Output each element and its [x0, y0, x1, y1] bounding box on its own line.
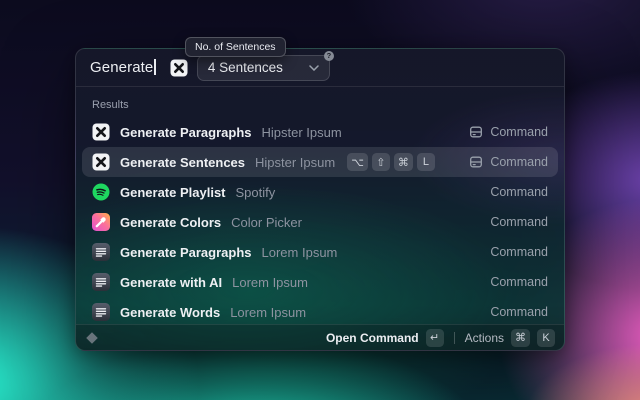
search-input-value: Generate — [90, 59, 153, 76]
result-accessory-group: Command — [490, 245, 548, 259]
chevron-down-icon — [309, 65, 319, 71]
lorem-icon — [92, 243, 110, 261]
open-command-action[interactable]: Open Command ↵ — [326, 329, 444, 347]
results-section: Results Generate Paragraphs Hipster Ipsu… — [76, 87, 564, 324]
result-accessory: Command — [490, 275, 548, 289]
result-accessory: Command — [490, 305, 548, 319]
result-subtitle: Lorem Ipsum — [230, 305, 306, 320]
shortcut-key-badge: ⌥ — [347, 153, 368, 171]
result-subtitle: Hipster Ipsum — [255, 155, 335, 170]
raycast-logo-icon — [85, 331, 99, 345]
desktop-background: { "tooltip": { "text": "No. of Sentences… — [0, 0, 640, 400]
result-row[interactable]: Generate Colors Color Picker Command — [82, 207, 558, 237]
actions-menu-button[interactable]: Actions ⌘ K — [465, 329, 555, 347]
result-accessory: Command — [490, 155, 548, 169]
search-bar: Generate 4 Sentences ? — [76, 49, 564, 87]
result-title: Generate Colors — [120, 215, 221, 230]
search-input[interactable]: Generate — [90, 59, 156, 76]
shortcut-badges: ⌥⇧⌘L — [347, 153, 435, 171]
result-subtitle: Lorem Ipsum — [262, 245, 338, 260]
footer-actions: Open Command ↵ Actions ⌘ K — [326, 329, 555, 347]
result-subtitle: Lorem Ipsum — [232, 275, 308, 290]
raycast-command-palette-window: Generate 4 Sentences ? Results Generate … — [75, 48, 565, 351]
footer-divider — [454, 332, 455, 344]
sentence-count-dropdown[interactable]: 4 Sentences ? — [197, 55, 330, 81]
command-type-icon — [469, 125, 483, 139]
spotify-icon — [92, 183, 110, 201]
footer-bar: Open Command ↵ Actions ⌘ K — [76, 324, 564, 350]
result-accessory: Command — [490, 125, 548, 139]
tooltip-no-of-sentences: No. of Sentences — [185, 37, 286, 57]
result-title: Generate Sentences — [120, 155, 245, 170]
result-accessory-group: Command — [490, 185, 548, 199]
result-accessory: Command — [490, 245, 548, 259]
help-badge[interactable]: ? — [324, 51, 334, 61]
shortcut-key-badge: L — [417, 153, 435, 171]
result-accessory-group: Command — [490, 275, 548, 289]
result-row[interactable]: Generate with AI Lorem Ipsum Command — [82, 267, 558, 297]
result-accessory-group: Command — [469, 155, 548, 169]
result-accessory-group: Command — [490, 305, 548, 319]
result-title: Generate Paragraphs — [120, 125, 252, 140]
colorpicker-icon — [92, 213, 110, 231]
result-row[interactable]: Generate Sentences Hipster Ipsum ⌥⇧⌘L Co… — [82, 147, 558, 177]
result-row[interactable]: Generate Paragraphs Hipster Ipsum Comman… — [82, 117, 558, 147]
result-title: Generate Playlist — [120, 185, 226, 200]
actions-label: Actions — [465, 331, 504, 345]
open-command-label: Open Command — [326, 331, 419, 345]
results-section-label: Results — [82, 92, 558, 117]
command-key-badge: ⌘ — [511, 329, 530, 347]
result-accessory-group: Command — [469, 125, 548, 139]
result-accessory: Command — [490, 185, 548, 199]
result-row[interactable]: Generate Paragraphs Lorem Ipsum Command — [82, 237, 558, 267]
result-row[interactable]: Generate Words Lorem Ipsum Command — [82, 297, 558, 324]
result-accessory: Command — [490, 215, 548, 229]
hipster-icon — [92, 123, 110, 141]
enter-key-badge: ↵ — [426, 329, 444, 347]
shortcut-key-badge: ⇧ — [372, 153, 390, 171]
lorem-icon — [92, 273, 110, 291]
result-subtitle: Spotify — [236, 185, 276, 200]
shortcut-key-badge: ⌘ — [394, 153, 413, 171]
dropdown-selected-value: 4 Sentences — [208, 60, 283, 75]
result-subtitle: Hipster Ipsum — [262, 125, 342, 140]
k-key-badge: K — [537, 329, 555, 347]
command-type-icon — [469, 155, 483, 169]
hipster-ipsum-extension-icon — [170, 59, 188, 77]
result-title: Generate Words — [120, 305, 220, 320]
result-subtitle: Color Picker — [231, 215, 302, 230]
hipster-icon — [92, 153, 110, 171]
text-caret — [154, 59, 156, 75]
results-list: Generate Paragraphs Hipster Ipsum Comman… — [82, 117, 558, 324]
tooltip-text: No. of Sentences — [195, 41, 276, 53]
result-accessory-group: Command — [490, 215, 548, 229]
result-row[interactable]: Generate Playlist Spotify Command — [82, 177, 558, 207]
lorem-icon — [92, 303, 110, 321]
result-title: Generate Paragraphs — [120, 245, 252, 260]
result-title: Generate with AI — [120, 275, 222, 290]
